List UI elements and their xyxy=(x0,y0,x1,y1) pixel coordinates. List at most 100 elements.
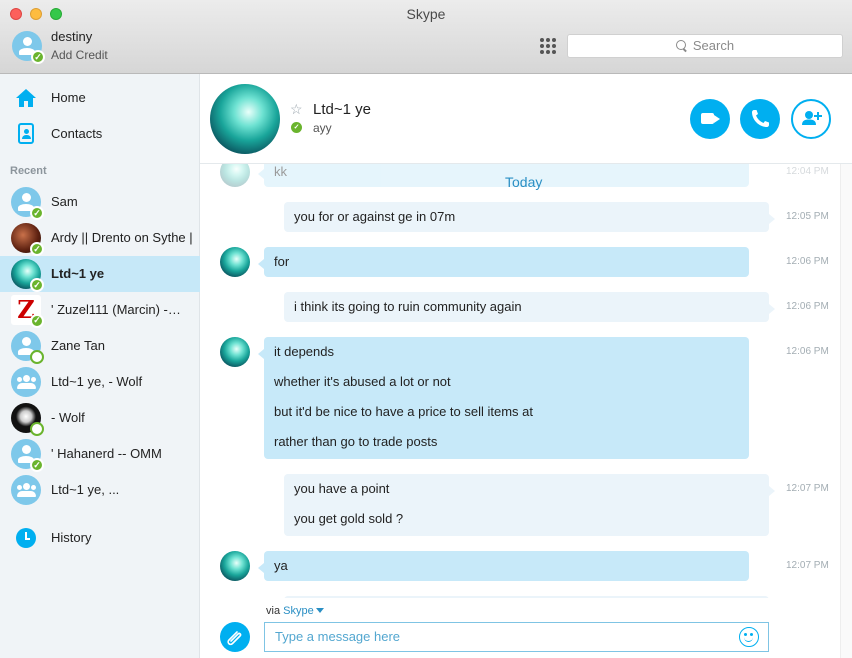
online-status-icon: ✓ xyxy=(31,50,45,64)
recent-contact-wolf[interactable]: - Wolf xyxy=(0,400,200,436)
mood-message: ayy xyxy=(313,121,332,135)
chevron-down-icon xyxy=(315,608,324,613)
message-time: 12:06 PM xyxy=(786,301,829,312)
via-service-dropdown[interactable]: Skype xyxy=(283,605,314,617)
recent-contact-sam[interactable]: ✓ Sam xyxy=(0,184,200,220)
avatar: ✓ xyxy=(11,187,44,220)
conversation-avatar[interactable] xyxy=(210,84,280,154)
conversation-name[interactable]: Ltd~1 ye xyxy=(313,101,371,118)
home-icon xyxy=(16,89,36,107)
online-status-icon: ✓ xyxy=(30,458,44,472)
message-bubble: for xyxy=(258,247,749,277)
date-divider: Today xyxy=(505,174,543,190)
sidebar-item-label: Home xyxy=(51,90,86,105)
recent-group-ltd-wolf[interactable]: Ltd~1 ye, - Wolf xyxy=(0,364,200,400)
message-time: 12:05 PM xyxy=(786,211,829,222)
sidebar-item-history[interactable]: History xyxy=(0,521,200,555)
contact-name: - Wolf xyxy=(51,410,85,425)
online-status-icon: ✓ xyxy=(30,278,44,292)
contact-name: Ltd~1 ye, - Wolf xyxy=(51,374,143,389)
phone-icon xyxy=(752,110,769,127)
message-bubble: i think its going to ruin community agai… xyxy=(284,292,775,322)
message-text: rather than go to trade posts xyxy=(274,434,438,449)
recent-contact-ltd[interactable]: ✓ Ltd~1 ye xyxy=(0,256,200,292)
paperclip-icon xyxy=(227,631,242,646)
sidebar-item-home[interactable]: Home xyxy=(0,81,200,115)
recent-contact-zane[interactable]: Zane Tan xyxy=(0,328,200,364)
avatar xyxy=(11,331,44,364)
message-input-placeholder: Type a message here xyxy=(275,629,401,644)
favorite-star-icon[interactable]: ☆ xyxy=(290,101,303,118)
sender-avatar xyxy=(220,337,250,367)
message-list[interactable]: kk 12:04 PM Today you for or against ge … xyxy=(200,164,840,598)
online-status-icon: ✓ xyxy=(30,314,44,328)
recent-group-ltd[interactable]: Ltd~1 ye, ... xyxy=(0,472,200,508)
my-avatar[interactable]: ✓ xyxy=(12,31,45,64)
attach-button[interactable] xyxy=(220,622,250,652)
video-camera-icon xyxy=(701,113,720,124)
message-bubble: it depends whether it's abused a lot or … xyxy=(258,337,749,459)
recent-contact-ardy[interactable]: ✓ Ardy || Drento on Sythe || xyxy=(0,220,200,256)
sidebar-item-label: History xyxy=(51,530,92,545)
message-time: 12:07 PM xyxy=(786,483,829,494)
group-icon xyxy=(11,475,41,505)
search-icon xyxy=(675,40,687,51)
message-text: but it'd be nice to have a price to sell… xyxy=(274,404,534,419)
message-text: ya xyxy=(274,558,288,573)
via-prefix: via xyxy=(266,605,281,617)
message-bubble-clipped xyxy=(284,596,769,598)
contacts-icon xyxy=(18,123,34,144)
away-status-icon xyxy=(30,422,44,436)
title-bar: Skype ✓ destiny Add Credit Search xyxy=(0,0,852,74)
message-time: 12:06 PM xyxy=(786,346,829,357)
avatar: Z ✓ xyxy=(11,295,44,328)
add-people-button[interactable] xyxy=(791,99,831,139)
sidebar-item-label: Contacts xyxy=(51,126,103,141)
message-text: whether it's abused a lot or not xyxy=(274,374,451,389)
message-time: 12:06 PM xyxy=(786,256,829,267)
profile-name[interactable]: destiny xyxy=(51,29,92,44)
sender-avatar xyxy=(220,164,250,187)
add-person-icon xyxy=(802,111,822,125)
online-status-icon: ✓ xyxy=(291,122,302,133)
message-time: 12:07 PM xyxy=(786,560,829,571)
search-input[interactable]: Search xyxy=(567,34,843,58)
contact-name: Sam xyxy=(51,194,78,209)
clock-icon xyxy=(16,528,36,548)
window-title: Skype xyxy=(406,6,446,22)
audio-call-button[interactable] xyxy=(740,99,780,139)
contact-name: ' Zuzel111 (Marcin) -… xyxy=(51,302,181,317)
online-status-icon: ✓ xyxy=(30,242,44,256)
avatar: ✓ xyxy=(11,223,44,256)
recent-heading: Recent xyxy=(10,165,47,177)
message-text: you for or against ge in 07m xyxy=(294,209,456,224)
conversation-header: ☆ Ltd~1 ye ✓ ayy xyxy=(200,74,852,164)
contact-name: ' Hahanerd -- OMM xyxy=(51,446,162,461)
avatar: ✓ xyxy=(11,259,44,292)
message-bubble: ya xyxy=(258,551,749,581)
message-text: it depends xyxy=(274,344,334,359)
message-scrollbar[interactable] xyxy=(840,164,852,658)
via-selector[interactable]: via Skype xyxy=(266,605,324,617)
avatar: ✓ xyxy=(11,439,44,472)
message-text: you have a point xyxy=(294,481,390,496)
message-time: 12:04 PM xyxy=(786,166,829,177)
message-text: for xyxy=(274,254,290,269)
contact-name: Ltd~1 ye xyxy=(51,266,105,281)
recent-contact-zuzel[interactable]: Z ✓ ' Zuzel111 (Marcin) -… xyxy=(0,292,200,328)
recent-contact-hahanerd[interactable]: ✓ ' Hahanerd -- OMM xyxy=(0,436,200,472)
sidebar-item-contacts[interactable]: Contacts xyxy=(0,117,200,151)
search-placeholder: Search xyxy=(692,38,735,53)
add-credit-link[interactable]: Add Credit xyxy=(51,48,108,62)
dialpad-icon[interactable] xyxy=(540,38,556,54)
online-status-icon: ✓ xyxy=(30,206,44,220)
message-bubble: you have a point you get gold sold ? xyxy=(284,474,775,536)
message-text: i think its going to ruin community agai… xyxy=(294,299,522,314)
message-text: you get gold sold ? xyxy=(294,511,404,526)
group-icon xyxy=(11,367,41,397)
emoticon-icon[interactable] xyxy=(739,627,759,647)
video-call-button[interactable] xyxy=(690,99,730,139)
message-input[interactable]: Type a message here xyxy=(264,622,769,652)
contact-name: Zane Tan xyxy=(51,338,105,353)
sidebar: Home Contacts Recent ✓ Sam ✓ Ardy || Dre… xyxy=(0,74,200,658)
